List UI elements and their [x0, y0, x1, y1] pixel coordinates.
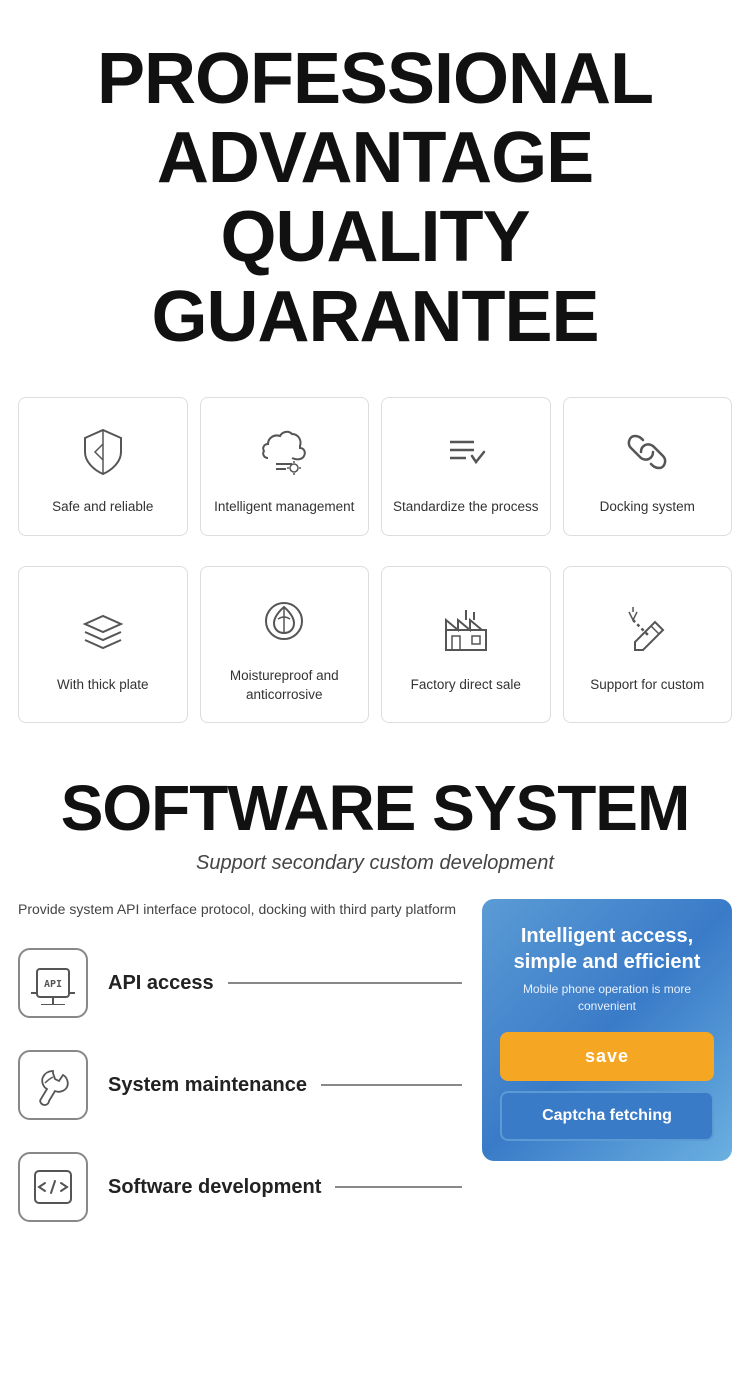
software-title: SOFTWARE SYSTEM	[18, 773, 732, 843]
feature-card-docking: Docking system	[563, 397, 733, 536]
feature-label-standardize: Standardize the process	[393, 498, 539, 517]
list-check-icon	[434, 420, 498, 484]
software-item-development: Software development	[18, 1152, 462, 1222]
svg-text:API: API	[44, 979, 62, 990]
cloud-settings-icon	[252, 420, 316, 484]
save-button[interactable]: save	[500, 1032, 714, 1081]
shield-icon	[71, 420, 135, 484]
maintenance-connector-line	[321, 1084, 462, 1086]
feature-card-standardize: Standardize the process	[381, 397, 551, 536]
layers-icon	[71, 598, 135, 662]
pencil-ruler-icon	[615, 598, 679, 662]
software-left: Provide system API interface protocol, d…	[18, 899, 462, 1254]
code-icon	[18, 1152, 88, 1222]
api-label: API access	[108, 970, 214, 996]
development-label: Software development	[108, 1174, 321, 1200]
phone-panel: Intelligent access, simple and efficient…	[482, 899, 732, 1162]
feature-label-custom: Support for custom	[590, 676, 704, 695]
api-icon: API	[18, 948, 88, 1018]
software-right-panel: Intelligent access, simple and efficient…	[482, 899, 732, 1162]
feature-card-intelligent: Intelligent management	[200, 397, 370, 536]
feature-card-safe-reliable: Safe and reliable	[18, 397, 188, 536]
software-subtitle: Support secondary custom development	[18, 852, 732, 875]
software-section: SOFTWARE SYSTEM Support secondary custom…	[0, 743, 750, 1273]
wrench-drop-icon	[18, 1050, 88, 1120]
panel-title: Intelligent access, simple and efficient	[500, 923, 714, 975]
software-description: Provide system API interface protocol, d…	[18, 899, 462, 920]
captcha-button[interactable]: Captcha fetching	[500, 1091, 714, 1141]
feature-label-thick: With thick plate	[57, 676, 149, 695]
link-icon	[615, 420, 679, 484]
feature-label-safe: Safe and reliable	[52, 498, 153, 517]
feature-label-docking: Docking system	[600, 498, 695, 517]
feature-label-intelligent: Intelligent management	[214, 498, 354, 517]
panel-subtitle: Mobile phone operation is more convenien…	[500, 981, 714, 1015]
feature-card-factory: Factory direct sale	[381, 566, 551, 724]
feature-label-factory: Factory direct sale	[411, 676, 521, 695]
software-content: Provide system API interface protocol, d…	[18, 899, 732, 1254]
header-title: PROFESSIONAL ADVANTAGE QUALITY GUARANTEE	[20, 40, 730, 357]
header-section: PROFESSIONAL ADVANTAGE QUALITY GUARANTEE	[0, 0, 750, 387]
software-item-maintenance: System maintenance	[18, 1050, 462, 1120]
feature-card-moistureproof: Moistureproof and anticorrosive	[200, 566, 370, 724]
feature-card-thick-plate: With thick plate	[18, 566, 188, 724]
shield-leaf-icon	[252, 589, 316, 653]
feature-grid-row2: With thick plate Moistureproof and antic…	[0, 556, 750, 744]
development-connector-line	[335, 1186, 462, 1188]
software-item-api: API API access	[18, 948, 462, 1018]
feature-grid-row1: Safe and reliable Intelligent management	[0, 387, 750, 556]
maintenance-label: System maintenance	[108, 1072, 307, 1098]
feature-label-moistureproof: Moistureproof and anticorrosive	[211, 667, 359, 705]
feature-card-custom: Support for custom	[563, 566, 733, 724]
factory-icon	[434, 598, 498, 662]
api-connector-line	[228, 982, 462, 984]
